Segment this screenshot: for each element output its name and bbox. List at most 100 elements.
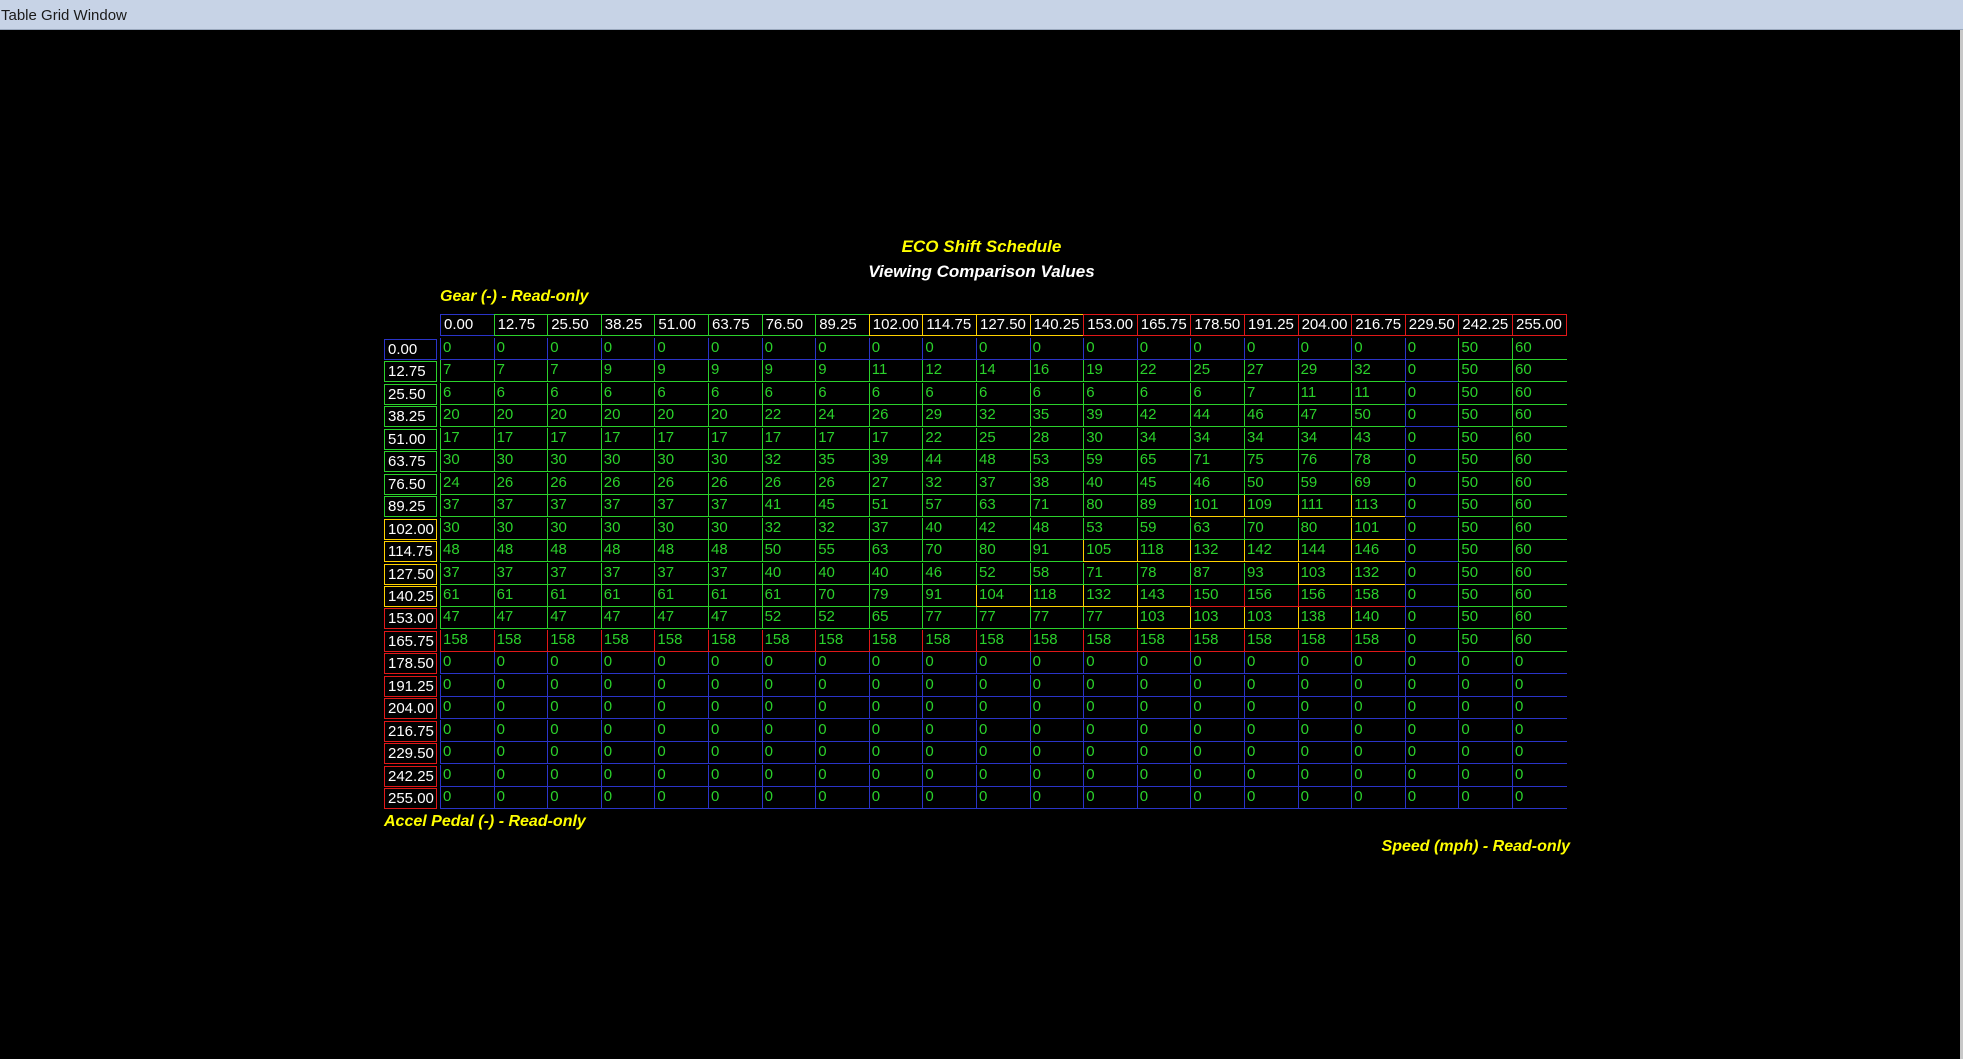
- table-cell[interactable]: 0: [1404, 540, 1460, 563]
- table-cell[interactable]: 0: [1244, 338, 1299, 360]
- table-cell[interactable]: 104: [976, 584, 1031, 607]
- table-cell[interactable]: 17: [440, 427, 495, 450]
- table-cell[interactable]: 0: [654, 652, 709, 675]
- table-cell[interactable]: 46: [1244, 405, 1299, 428]
- table-cell[interactable]: 45: [815, 495, 870, 518]
- table-cell[interactable]: 0: [815, 697, 870, 720]
- table-cell[interactable]: 47: [600, 607, 656, 630]
- table-cell[interactable]: 48: [976, 450, 1031, 473]
- table-cell[interactable]: 26: [815, 472, 870, 495]
- table-cell[interactable]: 26: [654, 472, 709, 495]
- table-cell[interactable]: 7: [1244, 382, 1299, 405]
- table-cell[interactable]: 22: [761, 405, 817, 428]
- table-cell[interactable]: 30: [493, 450, 549, 473]
- table-cell[interactable]: 80: [976, 540, 1031, 563]
- table-cell[interactable]: 150: [1190, 584, 1245, 607]
- table-cell[interactable]: 0: [1351, 787, 1406, 809]
- table-cell[interactable]: 113: [1351, 495, 1406, 518]
- table-cell[interactable]: 60: [1512, 517, 1567, 540]
- table-cell[interactable]: 32: [1351, 360, 1406, 383]
- table-cell[interactable]: 0: [1404, 607, 1460, 630]
- table-cell[interactable]: 0: [1512, 674, 1567, 697]
- table-cell[interactable]: 47: [654, 607, 709, 630]
- table-cell[interactable]: 50: [1458, 405, 1513, 428]
- table-cell[interactable]: 37: [654, 562, 709, 585]
- table-cell[interactable]: 0: [976, 674, 1031, 697]
- table-cell[interactable]: 70: [815, 584, 870, 607]
- table-cell[interactable]: 30: [600, 450, 656, 473]
- table-cell[interactable]: 0: [1297, 338, 1353, 360]
- table-cell[interactable]: 42: [976, 517, 1031, 540]
- table-cell[interactable]: 0: [440, 338, 495, 360]
- table-cell[interactable]: 63: [1190, 517, 1245, 540]
- table-cell[interactable]: 0: [440, 742, 495, 765]
- table-cell[interactable]: 0: [1083, 697, 1138, 720]
- table-cell[interactable]: 40: [761, 562, 817, 585]
- table-cell[interactable]: 24: [440, 472, 495, 495]
- table-cell[interactable]: 53: [1083, 517, 1138, 540]
- table-cell[interactable]: 26: [708, 472, 763, 495]
- table-cell[interactable]: 158: [922, 629, 977, 652]
- table-cell[interactable]: 48: [1029, 517, 1085, 540]
- table-cell[interactable]: 6: [1083, 382, 1138, 405]
- table-cell[interactable]: 0: [1404, 562, 1460, 585]
- table-cell[interactable]: 17: [868, 427, 924, 450]
- table-cell[interactable]: 34: [1244, 427, 1299, 450]
- table-cell[interactable]: 76: [1297, 450, 1353, 473]
- table-cell[interactable]: 103: [1244, 607, 1299, 630]
- table-cell[interactable]: 0: [922, 652, 977, 675]
- table-cell[interactable]: 71: [1190, 450, 1245, 473]
- table-cell[interactable]: 0: [708, 719, 763, 742]
- table-cell[interactable]: 24: [815, 405, 870, 428]
- table-cell[interactable]: 0: [761, 787, 817, 809]
- table-cell[interactable]: 17: [654, 427, 709, 450]
- table-cell[interactable]: 42: [1136, 405, 1192, 428]
- table-cell[interactable]: 70: [922, 540, 977, 563]
- table-cell[interactable]: 0: [493, 742, 549, 765]
- table-cell[interactable]: 0: [654, 742, 709, 765]
- table-cell[interactable]: 6: [493, 382, 549, 405]
- table-cell[interactable]: 77: [1083, 607, 1138, 630]
- table-cell[interactable]: 0: [868, 674, 924, 697]
- table-cell[interactable]: 6: [1190, 382, 1245, 405]
- table-cell[interactable]: 158: [1083, 629, 1138, 652]
- table-cell[interactable]: 0: [1351, 764, 1406, 787]
- table-cell[interactable]: 0: [547, 742, 602, 765]
- table-cell[interactable]: 158: [1351, 629, 1406, 652]
- table-cell[interactable]: 71: [1029, 495, 1085, 518]
- table-cell[interactable]: 50: [1458, 540, 1513, 563]
- table-cell[interactable]: 0: [493, 338, 549, 360]
- table-cell[interactable]: 0: [600, 697, 656, 720]
- table-cell[interactable]: 20: [708, 405, 763, 428]
- table-cell[interactable]: 69: [1351, 472, 1406, 495]
- table-cell[interactable]: 38: [1029, 472, 1085, 495]
- table-cell[interactable]: 0: [654, 674, 709, 697]
- table-cell[interactable]: 0: [761, 764, 817, 787]
- table-cell[interactable]: 0: [922, 787, 977, 809]
- table-cell[interactable]: 158: [1351, 584, 1406, 607]
- table-cell[interactable]: 0: [600, 787, 656, 809]
- table-cell[interactable]: 30: [440, 517, 495, 540]
- table-cell[interactable]: 32: [761, 517, 817, 540]
- table-cell[interactable]: 0: [1297, 764, 1353, 787]
- table-cell[interactable]: 65: [1136, 450, 1192, 473]
- table-cell[interactable]: 77: [922, 607, 977, 630]
- table-cell[interactable]: 158: [976, 629, 1031, 652]
- table-cell[interactable]: 80: [1297, 517, 1353, 540]
- table-cell[interactable]: 138: [1297, 607, 1353, 630]
- table-cell[interactable]: 34: [1190, 427, 1245, 450]
- table-cell[interactable]: 0: [654, 719, 709, 742]
- table-cell[interactable]: 7: [493, 360, 549, 383]
- table-cell[interactable]: 0: [1404, 764, 1460, 787]
- table-cell[interactable]: 0: [1190, 674, 1245, 697]
- table-cell[interactable]: 47: [547, 607, 602, 630]
- table-cell[interactable]: 0: [1083, 742, 1138, 765]
- table-cell[interactable]: 89: [1136, 495, 1192, 518]
- table-cell[interactable]: 50: [1458, 629, 1513, 652]
- table-cell[interactable]: 0: [1244, 652, 1299, 675]
- table-cell[interactable]: 0: [761, 338, 817, 360]
- table-cell[interactable]: 48: [493, 540, 549, 563]
- table-cell[interactable]: 16: [1029, 360, 1085, 383]
- table-cell[interactable]: 37: [493, 495, 549, 518]
- table-cell[interactable]: 37: [600, 562, 656, 585]
